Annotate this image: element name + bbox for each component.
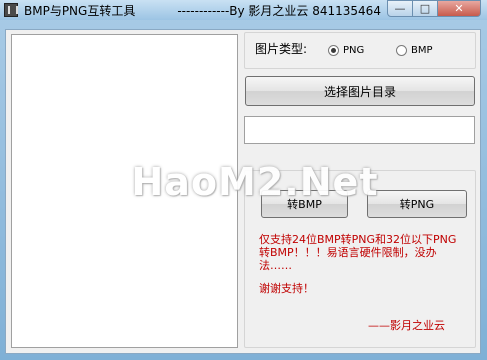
minimize-button[interactable]: — — [387, 0, 413, 17]
minimize-icon: — — [394, 2, 406, 15]
app-window: BMP与PNG互转工具 ------------By 影月之业云 8411354… — [0, 0, 487, 360]
path-field[interactable] — [244, 116, 475, 144]
radio-png-indicator[interactable] — [328, 45, 339, 56]
thanks-text: 谢谢支持！ — [259, 282, 314, 295]
maximize-icon: □ — [419, 2, 431, 15]
client-area: 图片类型: PNG BMP 选择图片目录 转BMP 转PNG 仅支持24位BMP… — [5, 29, 481, 354]
radio-bmp-indicator[interactable] — [396, 45, 407, 56]
radio-png[interactable]: PNG — [328, 45, 364, 56]
app-icon — [4, 3, 18, 17]
close-icon: ✕ — [454, 2, 464, 15]
author-signature: ——影月之业云 — [368, 319, 445, 332]
select-folder-button[interactable]: 选择图片目录 — [245, 76, 475, 106]
caption-buttons: — □ ✕ — [387, 0, 481, 17]
maximize-button[interactable]: □ — [413, 0, 438, 17]
close-button[interactable]: ✕ — [438, 0, 481, 17]
file-list[interactable] — [11, 34, 238, 348]
window-title: BMP与PNG互转工具 ------------By 影月之业云 8411354… — [24, 4, 381, 18]
title-bar[interactable]: BMP与PNG互转工具 ------------By 影月之业云 8411354… — [0, 0, 487, 20]
radio-png-label: PNG — [343, 45, 365, 56]
convert-to-bmp-button[interactable]: 转BMP — [261, 190, 348, 218]
radio-bmp[interactable]: BMP — [396, 45, 433, 56]
radio-bmp-label: BMP — [411, 45, 433, 56]
limitation-note: 仅支持24位BMP转PNG和32位以下PNG转BMP！！！易语言硬件限制，没办法… — [259, 233, 457, 272]
image-type-label: 图片类型: — [255, 42, 308, 56]
convert-to-png-button[interactable]: 转PNG — [367, 190, 467, 218]
